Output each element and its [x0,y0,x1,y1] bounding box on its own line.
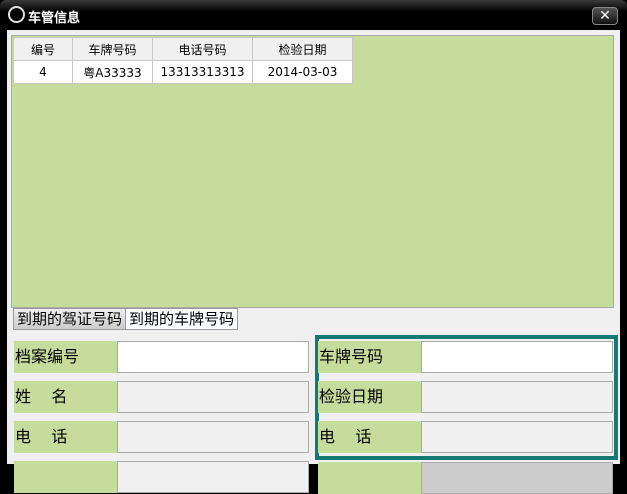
label-file-number: 档案编号 [14,341,117,373]
close-button[interactable]: ✕ [592,7,618,25]
cell-plate[interactable]: 粤A33333 [72,60,153,84]
tab-bar: 到期的驾证号码 到期的车牌号码 [13,308,239,330]
phone-input[interactable] [117,421,309,453]
app-icon [8,6,25,23]
cell-phone[interactable]: 13313313313 [152,60,253,84]
name-input[interactable] [117,381,309,413]
col-header-date[interactable]: 检验日期 [252,37,353,61]
label-plate-phone: 电 话 [318,421,421,453]
file-number-input[interactable] [117,341,309,373]
next-input[interactable] [117,461,309,493]
client-area: 编号 车牌号码 电话号码 检验日期 4 粤A33333 13313313313 … [7,30,620,494]
label-phone: 电 话 [14,421,117,453]
inspection-date-input[interactable] [421,381,613,413]
tab-expired-plate[interactable]: 到期的车牌号码 [126,308,239,330]
col-header-phone[interactable]: 电话号码 [152,37,253,61]
results-grid: 编号 车牌号码 电话号码 检验日期 4 粤A33333 13313313313 … [11,35,614,308]
plate-phone-input[interactable] [421,421,613,453]
vehicle-table: 编号 车牌号码 电话号码 检验日期 4 粤A33333 13313313313 … [13,37,353,84]
label-next [14,461,117,493]
col-header-plate[interactable]: 车牌号码 [72,37,153,61]
col-header-id[interactable]: 编号 [13,37,73,61]
next-right-input[interactable] [421,462,613,494]
label-plate: 车牌号码 [318,341,421,373]
table-row[interactable]: 4 粤A33333 13313313313 2014-03-03 [13,60,353,84]
window-title: 车管信息 [28,11,81,26]
cell-id[interactable]: 4 [13,60,73,84]
label-next-right [318,462,421,494]
cell-date[interactable]: 2014-03-03 [252,60,353,84]
plate-input[interactable] [421,341,613,373]
label-name: 姓 名 [14,381,117,413]
label-inspection-date: 检验日期 [318,381,421,413]
tab-expired-license[interactable]: 到期的驾证号码 [13,308,127,330]
title-bar: 车管信息 ✕ [0,0,627,30]
